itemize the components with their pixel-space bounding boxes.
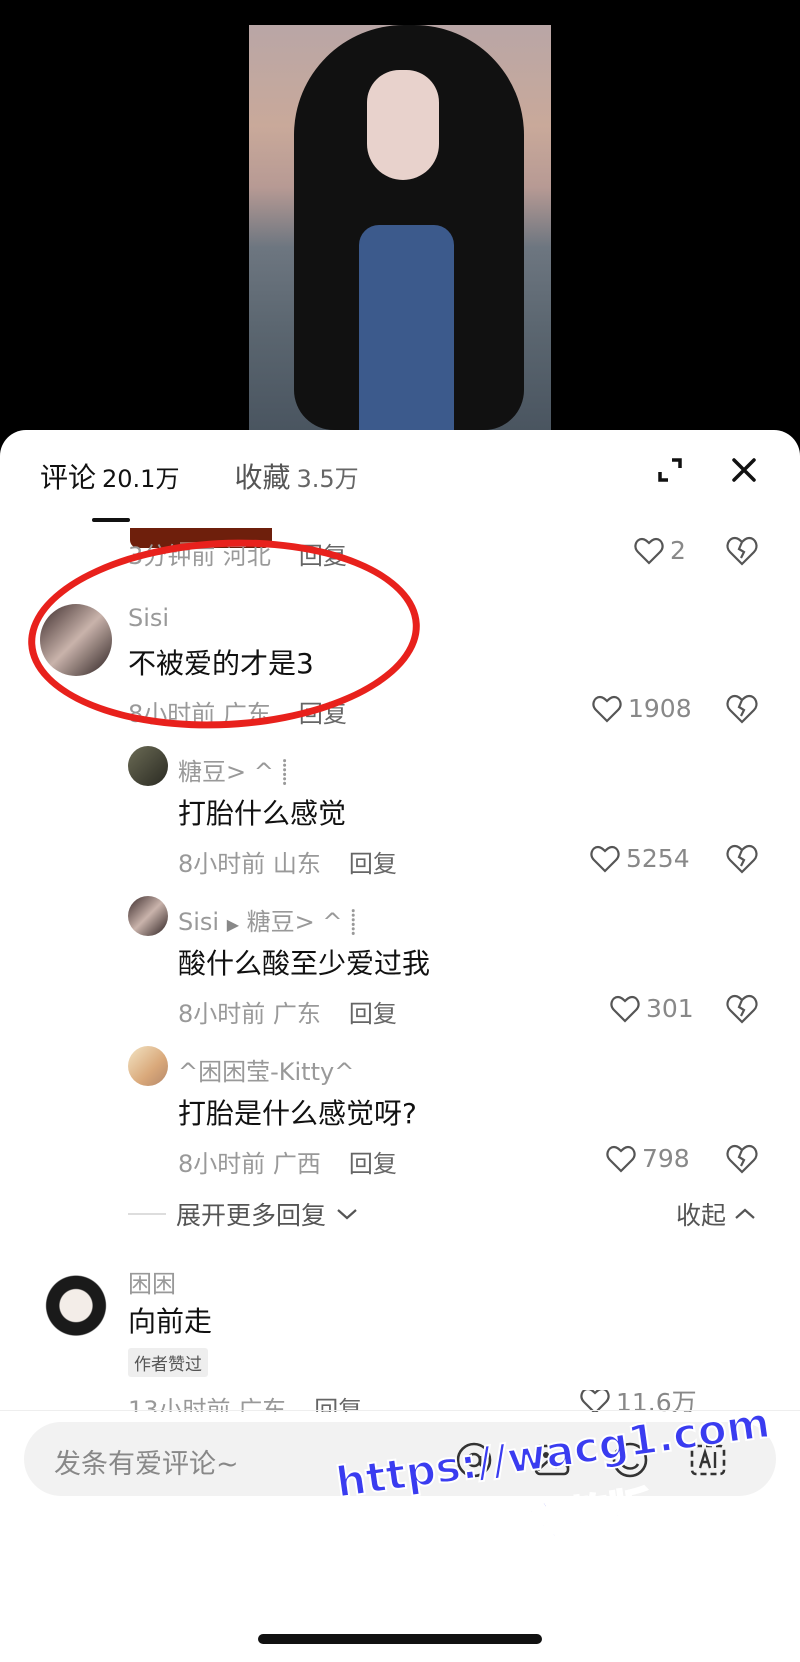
- heart-icon: [610, 995, 640, 1023]
- expand-more-label: 展开更多回复: [176, 1201, 327, 1230]
- avatar[interactable]: [128, 896, 168, 936]
- comment-text[interactable]: 打胎是什么感觉呀?: [178, 1092, 417, 1132]
- heart-icon: [606, 1145, 636, 1173]
- tab-comments-label: 评论: [40, 461, 97, 494]
- comment-meta: 13小时前 广东 回复: [128, 1390, 362, 1412]
- comment-author[interactable]: 困困: [128, 1264, 176, 1299]
- heart-icon: [634, 537, 664, 565]
- partial-like-count: 2: [670, 536, 686, 565]
- comment-author[interactable]: 糖豆> ^ ⸽: [178, 752, 288, 788]
- comment-author[interactable]: ^困困莹-Kitty^: [178, 1052, 354, 1087]
- video-figure-face: [367, 70, 439, 180]
- video-area[interactable]: [0, 0, 800, 430]
- comment-text[interactable]: 向前走: [128, 1300, 212, 1340]
- reply-to-author[interactable]: 糖豆> ^ ⸽: [247, 908, 357, 936]
- comment-author[interactable]: Sisi: [178, 908, 219, 936]
- video-figure-shirt: [359, 225, 454, 430]
- tab-comments-count: 20.1万: [102, 465, 180, 493]
- comment-text[interactable]: 打胎什么感觉: [178, 792, 346, 832]
- comment-meta: 8小时前 广东 回复: [178, 994, 397, 1029]
- comment-author-line: Sisi ▶ 糖豆> ^ ⸽: [178, 902, 356, 938]
- like-count: 798: [642, 1144, 690, 1173]
- comment-input-placeholder[interactable]: 发条有爱评论~: [54, 1442, 239, 1481]
- comment-meta: 8小时前 广西 回复: [178, 1144, 397, 1179]
- expand-more-replies-button[interactable]: 展开更多回复: [128, 1196, 360, 1232]
- tab-comments[interactable]: 评论 20.1万: [40, 456, 179, 496]
- like-count: 301: [646, 994, 694, 1023]
- tab-favorites-count: 3.5万: [296, 465, 359, 493]
- comment-time: 8小时前: [178, 1000, 266, 1028]
- close-icon[interactable]: [724, 450, 764, 490]
- comment-time: 8小时前: [178, 1150, 266, 1178]
- partial-like-button[interactable]: 2: [634, 536, 686, 565]
- like-count: 1908: [628, 694, 692, 723]
- chevron-up-icon: [735, 1208, 755, 1219]
- avatar[interactable]: [40, 1266, 112, 1338]
- comment-location: 广西: [272, 1150, 321, 1178]
- collapse-button[interactable]: 收起: [676, 1196, 758, 1232]
- comment-time: 8小时前: [178, 850, 266, 878]
- heart-icon: [590, 845, 620, 873]
- tab-favorites[interactable]: 收藏 3.5万: [234, 456, 358, 496]
- reply-arrow-icon: ▶: [226, 915, 240, 934]
- dislike-icon[interactable]: [726, 994, 758, 1024]
- heart-icon: [592, 695, 622, 723]
- chevron-down-icon: [337, 1209, 357, 1220]
- reply-button[interactable]: 回复: [349, 850, 397, 878]
- tab-bar: 评论 20.1万 收藏 3.5万: [40, 456, 359, 496]
- watermark-subtitle: 看完整版: [480, 1481, 655, 1555]
- home-indicator[interactable]: [258, 1634, 542, 1644]
- like-button[interactable]: 1908: [592, 694, 692, 723]
- avatar[interactable]: [128, 746, 168, 786]
- dislike-icon[interactable]: [726, 536, 758, 566]
- comment-location: 山东: [272, 850, 321, 878]
- active-tab-indicator: [92, 518, 130, 522]
- divider-line: [128, 1213, 166, 1215]
- like-button[interactable]: 5254: [590, 844, 690, 873]
- comment-location: 广东: [272, 1000, 321, 1028]
- like-button[interactable]: 301: [610, 994, 694, 1023]
- comment-meta: 8小时前 山东 回复: [178, 844, 397, 879]
- dislike-icon[interactable]: [726, 844, 758, 874]
- reply-button[interactable]: 回复: [349, 1000, 397, 1028]
- dislike-icon[interactable]: [726, 694, 758, 724]
- dislike-icon[interactable]: [726, 1144, 758, 1174]
- like-count: 5254: [626, 844, 690, 873]
- like-button[interactable]: 798: [606, 1144, 690, 1173]
- video-thumbnail[interactable]: [249, 25, 551, 430]
- expand-icon[interactable]: [650, 450, 690, 490]
- avatar[interactable]: [128, 1046, 168, 1086]
- tab-favorites-label: 收藏: [234, 461, 291, 494]
- heart-icon: [580, 1390, 610, 1412]
- reply-button[interactable]: 回复: [349, 1150, 397, 1178]
- comment-text[interactable]: 酸什么酸至少爱过我: [178, 942, 430, 982]
- collapse-label: 收起: [676, 1201, 727, 1230]
- author-liked-badge: 作者赞过: [128, 1348, 208, 1377]
